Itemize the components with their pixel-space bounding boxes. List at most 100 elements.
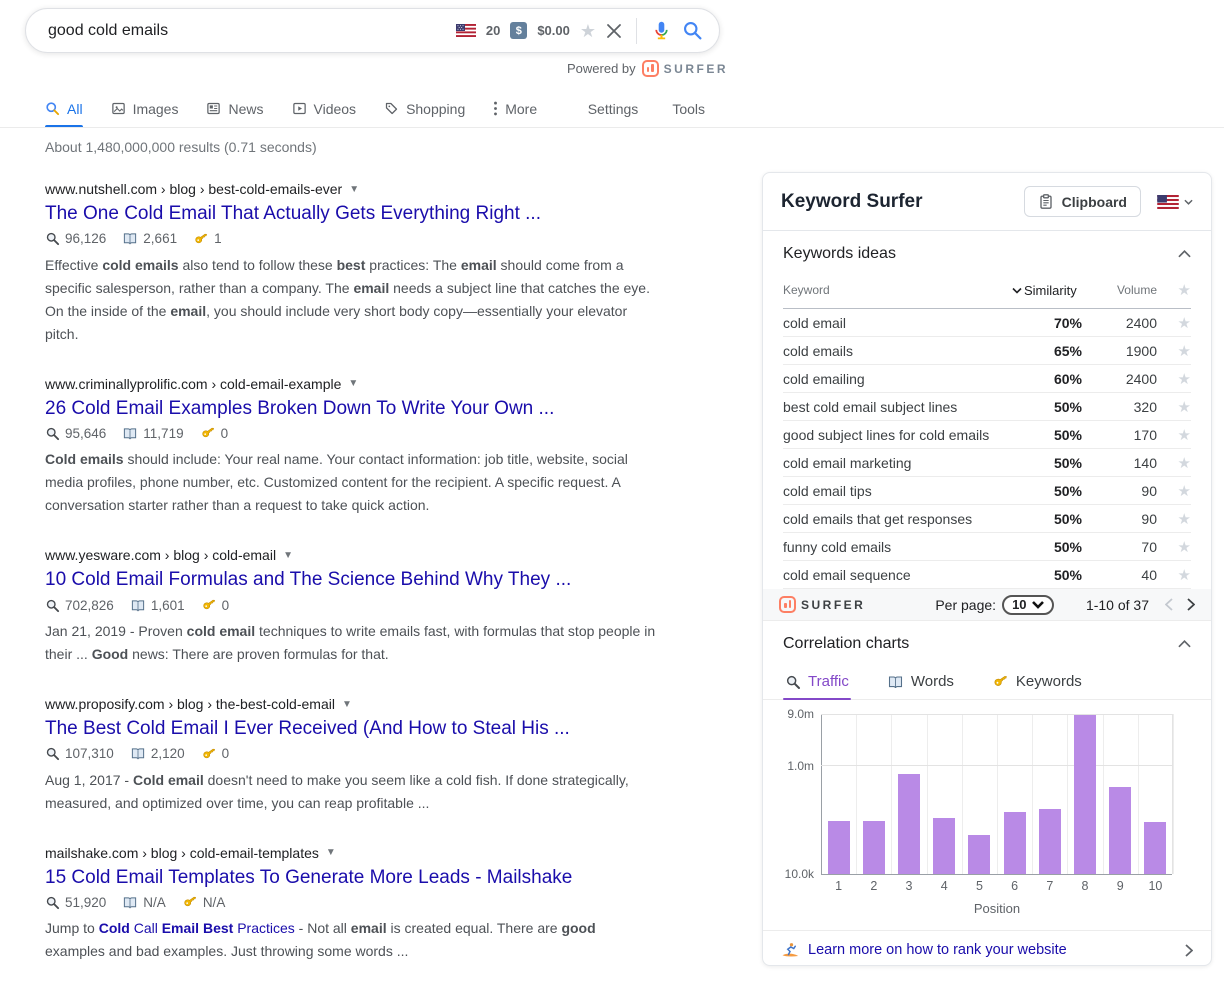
next-page-icon[interactable] xyxy=(1187,598,1195,611)
chart-bar[interactable] xyxy=(933,818,955,874)
result-title-link[interactable]: The Best Cold Email I Ever Received (And… xyxy=(45,717,570,742)
save-star-icon[interactable]: ★ xyxy=(580,22,596,40)
star-icon[interactable]: ★ xyxy=(1157,482,1191,500)
keyword-cell: cold email tips xyxy=(783,483,1012,499)
inline-result-link[interactable]: Cold xyxy=(99,920,130,936)
result-title-link[interactable]: 10 Cold Email Formulas and The Science B… xyxy=(45,568,571,593)
book-icon xyxy=(122,426,138,441)
traffic-metric: 51,920 xyxy=(45,895,106,910)
result-description: Cold emails should include: Your real na… xyxy=(45,448,659,517)
col-volume-header[interactable]: Volume xyxy=(1082,283,1157,297)
tab-words[interactable]: Words xyxy=(885,667,956,699)
cpc-icon: $ xyxy=(510,22,527,39)
star-icon[interactable]: ★ xyxy=(1157,342,1191,360)
star-icon[interactable]: ★ xyxy=(1157,398,1191,416)
inline-result-link[interactable]: Practices xyxy=(233,920,294,936)
chevron-down-icon[interactable]: ▼ xyxy=(342,699,352,710)
col-similarity-header[interactable]: Similarity xyxy=(1012,283,1082,298)
star-icon[interactable]: ★ xyxy=(1157,370,1191,388)
tools-menu[interactable]: Tools xyxy=(672,101,705,117)
clipboard-button[interactable]: Clipboard xyxy=(1024,186,1141,217)
country-select[interactable] xyxy=(1157,195,1193,209)
collapse-chevron-icon[interactable] xyxy=(1178,250,1191,258)
keyword-cell: cold email marketing xyxy=(783,455,1012,471)
settings-menu[interactable]: Settings xyxy=(588,101,639,117)
per-page-select[interactable]: 10 xyxy=(1002,595,1053,615)
star-icon[interactable]: ★ xyxy=(1157,426,1191,444)
powered-by-text: Powered by xyxy=(567,61,636,76)
inline-result-link[interactable]: Call xyxy=(130,920,162,936)
result-breadcrumb[interactable]: www.criminallyprolific.com › cold-email-… xyxy=(45,376,659,392)
chart-bar[interactable] xyxy=(1004,812,1026,874)
star-icon[interactable]: ★ xyxy=(1157,566,1191,584)
chart-x-labels: 12345678910 xyxy=(821,879,1173,893)
correlation-charts-header: Correlation charts xyxy=(763,621,1211,663)
tab-shopping[interactable]: Shopping xyxy=(384,90,465,127)
prev-page-icon[interactable] xyxy=(1165,598,1173,611)
chevron-down-icon[interactable]: ▼ xyxy=(283,550,293,561)
search-submit-button[interactable] xyxy=(682,20,703,41)
keyword-row: cold email70%2400★ xyxy=(783,309,1191,337)
star-column-header[interactable]: ★ xyxy=(1157,281,1191,299)
magnifier-icon xyxy=(45,426,60,441)
search-result: www.nutshell.com › blog › best-cold-emai… xyxy=(45,181,659,346)
chart-bar[interactable] xyxy=(1109,787,1131,874)
chevron-right-icon[interactable] xyxy=(1185,944,1193,957)
keywords-metric: 1 xyxy=(193,231,222,247)
chart-bar[interactable] xyxy=(863,821,885,874)
chart-bar[interactable] xyxy=(1144,822,1166,874)
star-icon[interactable]: ★ xyxy=(1157,538,1191,556)
videos-icon xyxy=(292,101,307,116)
inline-result-link[interactable]: Email Best xyxy=(162,920,234,936)
chart-bar[interactable] xyxy=(1074,715,1096,874)
keyword-cell: funny cold emails xyxy=(783,539,1012,555)
chart-bar[interactable] xyxy=(898,774,920,874)
x-tick-label: 9 xyxy=(1103,879,1138,893)
result-title-link[interactable]: 26 Cold Email Examples Broken Down To Wr… xyxy=(45,397,554,422)
x-tick-label: 6 xyxy=(997,879,1032,893)
tab-videos[interactable]: Videos xyxy=(292,90,357,127)
vertical-gridline xyxy=(1138,714,1139,874)
result-breadcrumb[interactable]: www.nutshell.com › blog › best-cold-emai… xyxy=(45,181,659,197)
star-icon[interactable]: ★ xyxy=(1157,314,1191,332)
result-breadcrumb[interactable]: www.yesware.com › blog › cold-email ▼ xyxy=(45,547,659,563)
google-search-bar[interactable]: good cold emails 20 $ $0.00 ★ xyxy=(25,8,720,53)
keyword-row: cold emails that get responses50%90★ xyxy=(783,505,1191,533)
shopping-icon xyxy=(384,101,399,116)
tab-images[interactable]: Images xyxy=(111,90,179,127)
panel-footer: Learn more on how to rank your website xyxy=(763,930,1211,966)
chart-bar[interactable] xyxy=(828,821,850,874)
surfer-logo-icon xyxy=(642,60,659,77)
clear-search-button[interactable] xyxy=(606,23,622,39)
star-icon[interactable]: ★ xyxy=(1157,454,1191,472)
search-results-column: About 1,480,000,000 results (0.71 second… xyxy=(45,139,659,993)
volume-cell: 320 xyxy=(1082,399,1157,415)
result-breadcrumb[interactable]: www.proposify.com › blog › the-best-cold… xyxy=(45,696,659,712)
chart-bar[interactable] xyxy=(1039,809,1061,874)
tab-more[interactable]: More xyxy=(493,90,537,127)
chevron-down-icon[interactable]: ▼ xyxy=(349,184,359,195)
search-input[interactable]: good cold emails xyxy=(48,22,168,40)
y-tick-label: 9.0m xyxy=(787,707,821,721)
words-metric: N/A xyxy=(122,895,166,910)
vertical-gridline xyxy=(1173,714,1174,874)
result-breadcrumb[interactable]: mailshake.com › blog › cold-email-templa… xyxy=(45,845,659,861)
tab-news[interactable]: News xyxy=(206,90,263,127)
col-keyword-header[interactable]: Keyword xyxy=(783,283,1012,297)
tab-keywords[interactable]: Keywords xyxy=(990,667,1084,699)
chevron-down-icon[interactable]: ▼ xyxy=(326,847,336,858)
learn-more-link[interactable]: Learn more on how to rank your website xyxy=(808,942,1067,958)
keywords-metric: 0 xyxy=(201,746,230,762)
tab-all[interactable]: All xyxy=(45,90,83,127)
collapse-chevron-icon[interactable] xyxy=(1178,640,1191,648)
star-icon[interactable]: ★ xyxy=(1157,510,1191,528)
chevron-down-icon[interactable]: ▼ xyxy=(348,378,358,389)
chart-bar[interactable] xyxy=(968,835,990,874)
results-list: www.nutshell.com › blog › best-cold-emai… xyxy=(45,181,659,963)
result-title-link[interactable]: 15 Cold Email Templates To Generate More… xyxy=(45,866,572,891)
voice-search-button[interactable] xyxy=(651,20,672,41)
magnifier-icon xyxy=(45,895,60,910)
result-title-link[interactable]: The One Cold Email That Actually Gets Ev… xyxy=(45,202,541,227)
keyword-row: cold email sequence50%40★ xyxy=(783,561,1191,589)
tab-traffic[interactable]: Traffic xyxy=(783,667,851,699)
